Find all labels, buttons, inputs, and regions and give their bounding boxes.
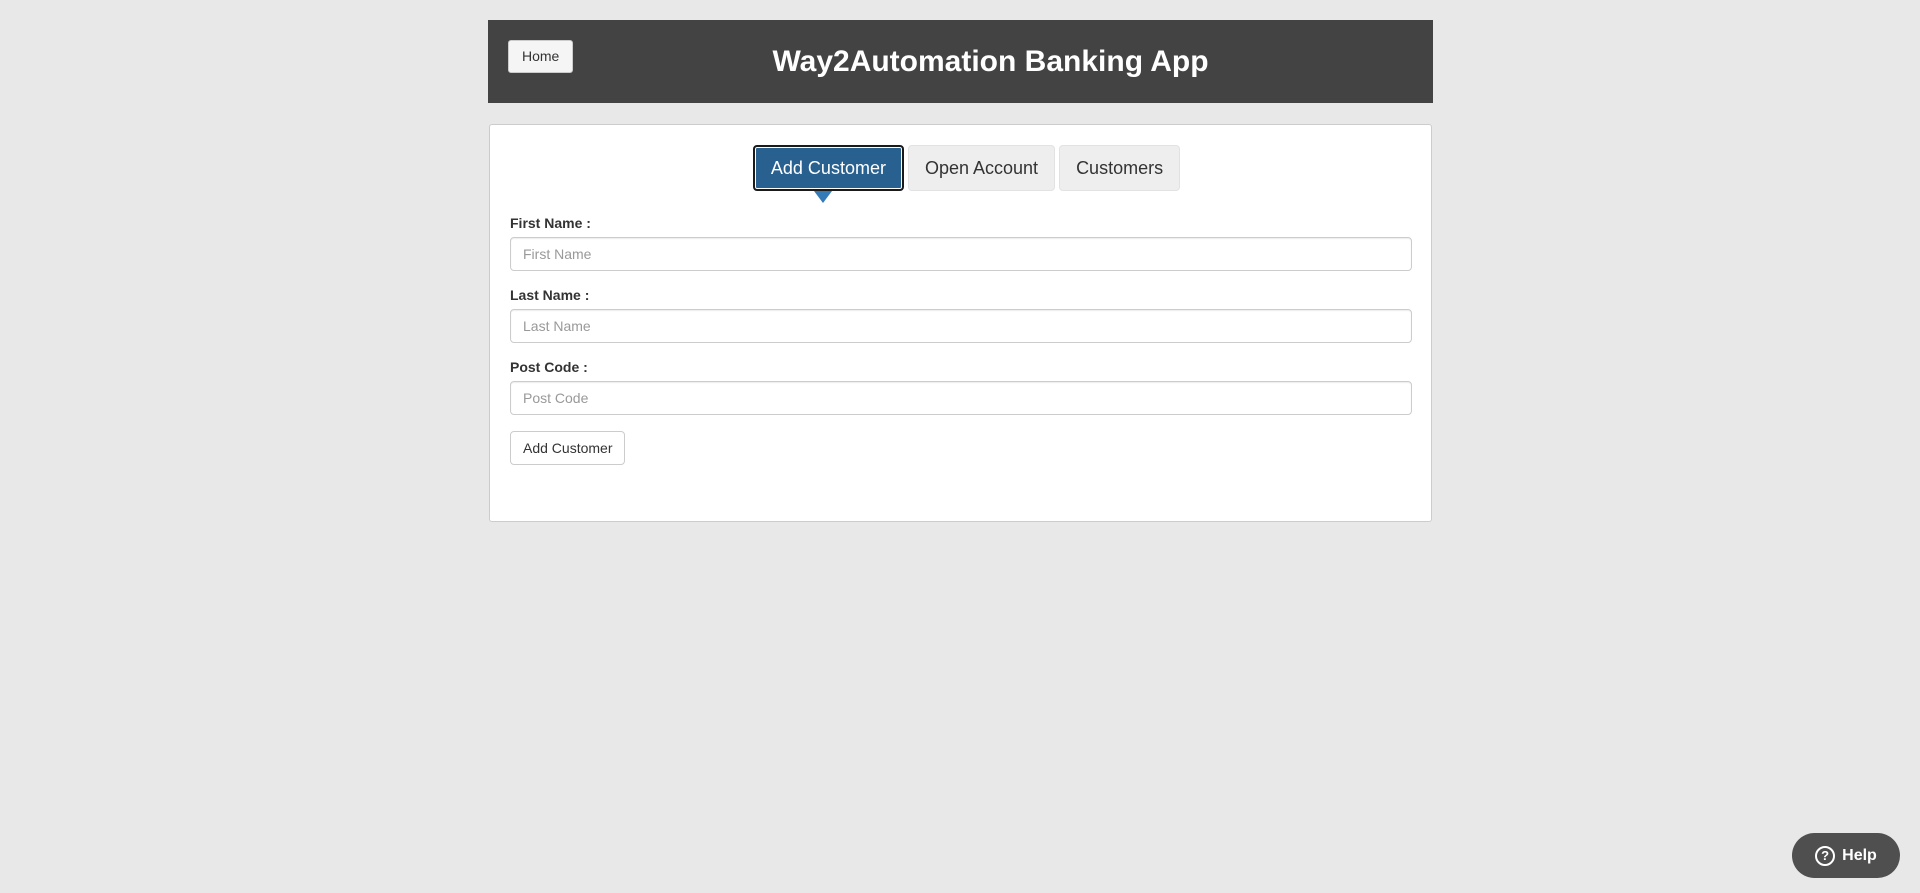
tab-label: Add Customer	[770, 158, 886, 178]
app-header: Home Way2Automation Banking App	[488, 20, 1433, 103]
last-name-label: Last Name :	[510, 287, 590, 303]
last-name-input[interactable]	[510, 309, 1412, 343]
post-code-group: Post Code :	[510, 357, 1412, 415]
active-tab-arrow-icon	[814, 191, 833, 203]
post-code-label: Post Code :	[510, 359, 588, 375]
first-name-group: First Name :	[510, 213, 1412, 271]
add-customer-form: First Name : Last Name : Post Code : Add…	[510, 213, 1412, 465]
tab-open-account[interactable]: Open Account	[907, 145, 1056, 191]
first-name-label: First Name :	[510, 215, 591, 231]
app-title: Way2Automation Banking App	[772, 45, 1209, 78]
help-label: Help	[1842, 846, 1877, 864]
tab-label: Open Account	[924, 158, 1039, 178]
last-name-group: Last Name :	[510, 285, 1412, 343]
tab-bar: Add Customer Open Account Customers	[490, 145, 1431, 203]
first-name-input[interactable]	[510, 237, 1412, 271]
main-panel: Add Customer Open Account Customers Firs…	[489, 124, 1432, 522]
question-circle-icon: ?	[1815, 845, 1836, 866]
tab-add-customer[interactable]: Add Customer	[752, 145, 904, 203]
tab-customers[interactable]: Customers	[1059, 145, 1181, 191]
page: Home Way2Automation Banking App Add Cust…	[0, 0, 1920, 893]
help-widget-button[interactable]: ? Help	[1792, 833, 1900, 878]
tab-label: Customers	[1076, 158, 1164, 178]
post-code-input[interactable]	[510, 381, 1412, 415]
add-customer-submit-button[interactable]: Add Customer	[510, 431, 626, 465]
